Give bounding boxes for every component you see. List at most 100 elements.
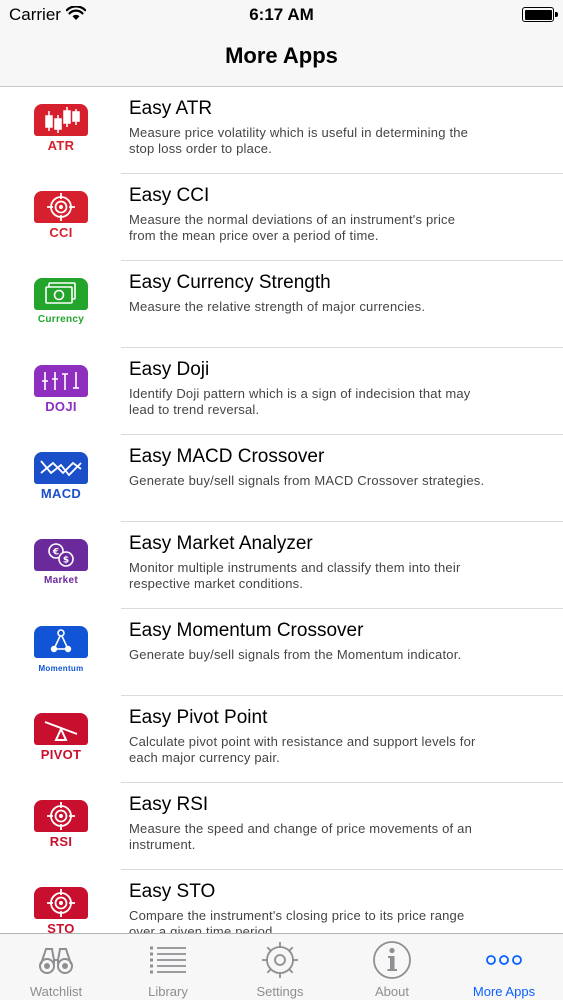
- app-description: Calculate pivot point with resistance an…: [129, 734, 539, 766]
- node-graph-icon: [50, 629, 72, 653]
- description-line: stop loss order to place.: [129, 141, 273, 156]
- app-description: Measure the normal deviations of an inst…: [129, 212, 539, 244]
- currency-exchange-icon: € $: [48, 543, 74, 567]
- currency-app-icon: Currency: [33, 277, 89, 333]
- description-line: Compare the instrument's closing price t…: [129, 908, 465, 923]
- tab-more-apps[interactable]: More Apps: [448, 934, 560, 1000]
- app-description: Measure price volatility which is useful…: [129, 125, 539, 157]
- tab-bar: Watchlist Library Settings About More Ap…: [0, 933, 563, 1000]
- app-description: Generate buy/sell signals from MACD Cros…: [129, 473, 539, 489]
- app-title: Easy Pivot Point: [129, 707, 268, 728]
- icon-caption: MACD: [40, 486, 82, 501]
- icon-caption: Market: [43, 575, 79, 586]
- binoculars-icon: [36, 940, 76, 980]
- svg-text:$: $: [63, 556, 69, 566]
- tab-label: Library: [148, 984, 188, 999]
- description-line: respective market conditions.: [129, 576, 304, 591]
- icon-caption: ATR: [47, 138, 75, 153]
- app-title: Easy STO: [129, 881, 216, 902]
- description-line: lead to trend reversal.: [129, 402, 260, 417]
- list-item-easy-doji[interactable]: DOJI Easy Doji Identify Doji pattern whi…: [0, 348, 563, 435]
- gear-icon: [260, 940, 300, 980]
- description-line: Generate buy/sell signals from MACD Cros…: [129, 473, 485, 488]
- app-title: Easy ATR: [129, 98, 213, 119]
- description-line: from the mean price over a period of tim…: [129, 228, 379, 243]
- pivot-app-icon: PIVOT: [33, 712, 89, 768]
- tab-label: Watchlist: [29, 984, 83, 999]
- list-item-easy-pivot-point[interactable]: PIVOT Easy Pivot Point Calculate pivot p…: [0, 696, 563, 783]
- app-title: Easy Momentum Crossover: [129, 620, 364, 641]
- momentum-app-icon: Momentum: [33, 625, 89, 681]
- status-bar: Carrier 6:17 AM: [0, 0, 563, 30]
- banknote-icon: [45, 282, 76, 304]
- app-title: Easy RSI: [129, 794, 209, 815]
- description-line: Measure the normal deviations of an inst…: [129, 212, 456, 227]
- app-description: Compare the instrument's closing price t…: [129, 908, 539, 933]
- list-item-easy-market-analyzer[interactable]: € $ Market Easy Market Analyzer Monitor …: [0, 522, 563, 609]
- list-item-easy-cci[interactable]: CCI Easy CCI Measure the normal deviatio…: [0, 174, 563, 261]
- description-line: Measure price volatility which is useful…: [129, 125, 469, 140]
- description-line: over a given time period.: [129, 924, 277, 933]
- tab-label: More Apps: [472, 984, 536, 999]
- rsi-app-icon: RSI: [33, 799, 89, 855]
- description-line: instrument.: [129, 837, 196, 852]
- battery-icon: [522, 7, 558, 22]
- target-icon: [47, 802, 75, 830]
- icon-caption: RSI: [49, 834, 73, 849]
- svg-text:€: €: [52, 548, 59, 558]
- target-icon: [47, 193, 75, 221]
- description-line: each major currency pair.: [129, 750, 280, 765]
- seesaw-icon: [44, 721, 78, 741]
- icon-caption: CCI: [49, 225, 73, 240]
- description-line: Identify Doji pattern which is a sign of…: [129, 386, 471, 401]
- app-description: Measure the relative strength of major c…: [129, 299, 539, 315]
- status-time: 6:17 AM: [249, 5, 314, 24]
- app-description: Identify Doji pattern which is a sign of…: [129, 386, 539, 418]
- doji-app-icon: DOJI: [33, 364, 89, 420]
- target-icon: [47, 889, 75, 917]
- more-dots-icon: [484, 940, 524, 980]
- list-item-easy-rsi[interactable]: RSI Easy RSI Measure the speed and chang…: [0, 783, 563, 870]
- list-item-easy-sto[interactable]: STO Easy STO Compare the instrument's cl…: [0, 870, 563, 933]
- icon-caption: Momentum: [38, 664, 84, 673]
- tab-settings[interactable]: Settings: [224, 934, 336, 1000]
- app-title: Easy Market Analyzer: [129, 533, 313, 554]
- list-icon: [148, 940, 188, 980]
- icon-caption: PIVOT: [40, 747, 82, 762]
- app-list[interactable]: ATR Easy ATR Measure price volatility wh…: [0, 87, 563, 933]
- tab-library[interactable]: Library: [112, 934, 224, 1000]
- page-title: More Apps: [225, 43, 338, 68]
- atr-app-icon: ATR: [33, 103, 89, 159]
- list-item-easy-macd-crossover[interactable]: MACD Easy MACD Crossover Generate buy/se…: [0, 435, 563, 522]
- description-line: Calculate pivot point with resistance an…: [129, 734, 476, 749]
- sto-app-icon: STO: [33, 886, 89, 933]
- navigation-bar: More Apps: [0, 30, 563, 87]
- app-title: Easy CCI: [129, 185, 210, 206]
- tab-label: About: [375, 984, 409, 999]
- doji-pattern-icon: [42, 372, 79, 390]
- info-icon: [372, 940, 412, 980]
- description-line: Generate buy/sell signals from the Momen…: [129, 647, 462, 662]
- app-description: Measure the speed and change of price mo…: [129, 821, 539, 853]
- cci-app-icon: CCI: [33, 190, 89, 246]
- tab-about[interactable]: About: [336, 934, 448, 1000]
- icon-caption: Currency: [37, 314, 85, 325]
- app-title: Easy MACD Crossover: [129, 446, 325, 467]
- crossover-lines-icon: [40, 460, 82, 477]
- list-item-easy-currency-strength[interactable]: Currency Easy Currency Strength Measure …: [0, 261, 563, 348]
- macd-app-icon: MACD: [33, 451, 89, 507]
- list-item-easy-momentum-crossover[interactable]: Momentum Easy Momentum Crossover Generat…: [0, 609, 563, 696]
- description-line: Monitor multiple instruments and classif…: [129, 560, 461, 575]
- tab-label: Settings: [256, 984, 304, 999]
- app-title: Easy Doji: [129, 359, 210, 380]
- tab-watchlist[interactable]: Watchlist: [0, 934, 112, 1000]
- app-title: Easy Currency Strength: [129, 272, 331, 293]
- market-app-icon: € $ Market: [33, 538, 89, 594]
- app-description: Generate buy/sell signals from the Momen…: [129, 647, 539, 663]
- candlestick-icon: [45, 107, 80, 133]
- list-item-easy-atr[interactable]: ATR Easy ATR Measure price volatility wh…: [0, 87, 563, 174]
- description-line: Measure the relative strength of major c…: [129, 299, 426, 314]
- app-description: Monitor multiple instruments and classif…: [129, 560, 539, 592]
- icon-caption: DOJI: [45, 399, 77, 414]
- description-line: Measure the speed and change of price mo…: [129, 821, 473, 836]
